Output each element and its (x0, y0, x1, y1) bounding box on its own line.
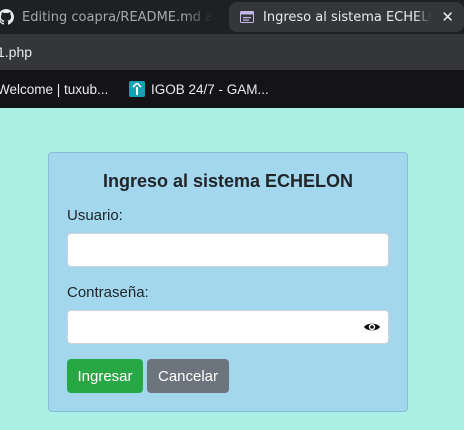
bookmark-label: IGOB 24/7 - GAM... (151, 81, 269, 97)
tab-bar: Editing coapra/README.md at master Ingre… (0, 0, 464, 34)
bookmark-label: Welcome | tuxub... (0, 81, 109, 97)
password-label: Contraseña: (67, 284, 149, 301)
address-bar[interactable]: 1.php (0, 34, 464, 70)
show-password-icon[interactable] (363, 318, 381, 336)
page-icon (240, 11, 254, 23)
close-icon[interactable]: ✕ (441, 8, 454, 26)
bookmark-igob[interactable]: IGOB 24/7 - GAM... (129, 81, 269, 97)
login-title: Ingreso al sistema ECHELON (102, 171, 354, 191)
username-input[interactable] (67, 233, 389, 267)
tab-readme[interactable]: Editing coapra/README.md at master (0, 0, 222, 34)
submit-button[interactable]: Ingresar (67, 359, 143, 393)
tab-title: Ingreso al sistema ECHELON (263, 9, 431, 25)
password-input[interactable] (67, 310, 389, 344)
tab-echelon[interactable]: Ingreso al sistema ECHELON ✕ (229, 2, 464, 32)
github-icon (0, 9, 14, 25)
login-card: Ingreso al sistema ECHELON Usuario: Cont… (48, 152, 408, 412)
username-label: Usuario: (67, 207, 123, 224)
bookmarks-bar: Welcome | tuxub... IGOB 24/7 - GAM... (0, 70, 464, 108)
bookmark-welcome[interactable]: Welcome | tuxub... (0, 82, 108, 97)
url-text: 1.php (0, 44, 33, 60)
igob-icon (129, 81, 145, 97)
tab-title: Editing coapra/README.md at master (22, 9, 212, 25)
cancel-button[interactable]: Cancelar (147, 359, 229, 393)
